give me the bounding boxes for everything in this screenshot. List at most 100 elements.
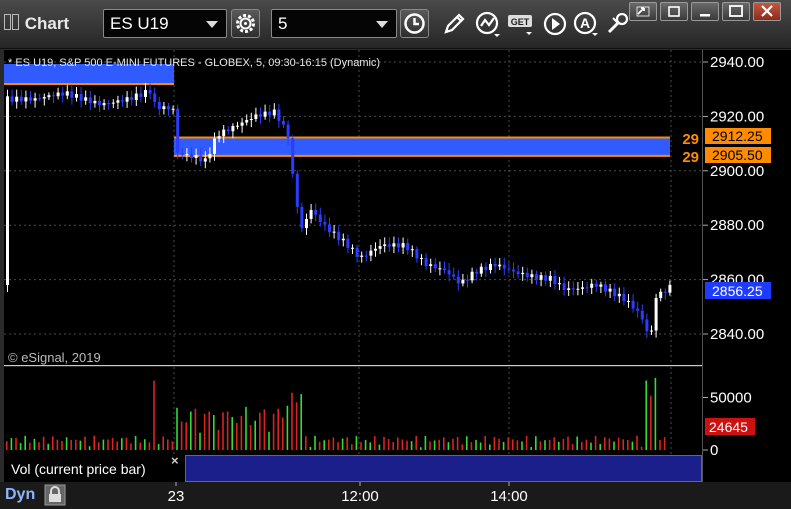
volume-bar xyxy=(268,431,270,450)
price-axis[interactable]: 2940.00 2920.00 2900.00 2880.00 2860.00 2840.… xyxy=(702,50,791,482)
minimize-button[interactable] xyxy=(691,2,719,21)
volume-bar xyxy=(254,420,256,450)
volume-bar xyxy=(314,435,316,450)
symbol-select[interactable]: ES U19 xyxy=(103,9,227,38)
candle-body xyxy=(254,114,258,120)
candle-body xyxy=(636,308,640,311)
candle-body xyxy=(562,283,566,291)
gear-icon xyxy=(236,14,255,33)
get-icon: GET xyxy=(508,15,532,35)
price-chart: * ES U19, S&P 500 E-MINI FUTURES - GLOBE… xyxy=(4,50,702,365)
time-button[interactable] xyxy=(400,9,429,38)
volume-bar xyxy=(121,438,123,450)
volume-bar xyxy=(6,441,8,450)
volume-tick-label: 0 xyxy=(710,442,718,459)
candle-body xyxy=(397,243,400,248)
candle-body xyxy=(42,97,46,99)
volume-tick-label: 50000 xyxy=(710,390,752,407)
link-button[interactable] xyxy=(629,2,657,21)
volume-bar xyxy=(521,441,523,450)
restore-button[interactable] xyxy=(660,2,688,21)
price-tick-label: 2880.00 xyxy=(710,217,764,234)
candle-body xyxy=(167,106,170,110)
volume-bar xyxy=(622,439,624,450)
volume-bar xyxy=(645,380,647,450)
candle-body xyxy=(387,244,391,247)
volume-bar xyxy=(640,446,643,450)
volume-bar xyxy=(88,446,91,450)
volume-bar xyxy=(424,435,427,450)
candle-body xyxy=(208,153,212,159)
grip-icon xyxy=(12,14,19,30)
studies-button[interactable] xyxy=(474,10,502,38)
volume-bar xyxy=(93,435,95,450)
volume-bar xyxy=(328,439,330,450)
candle-body xyxy=(525,272,529,278)
volume-bar xyxy=(438,439,440,450)
candle-body xyxy=(530,274,534,278)
volume-bar xyxy=(217,429,220,450)
volume-bar xyxy=(461,444,463,450)
candle-body xyxy=(259,114,262,117)
candle-body xyxy=(61,92,65,96)
candle-body xyxy=(668,284,672,293)
play-button[interactable] xyxy=(541,10,569,38)
candle-body xyxy=(15,96,19,102)
settings-button[interactable] xyxy=(231,9,260,38)
svg-text:GET: GET xyxy=(511,17,530,27)
volume-bar xyxy=(47,443,49,450)
volume-bar xyxy=(107,439,109,450)
draw-tool-button[interactable] xyxy=(440,10,468,38)
volume-bar xyxy=(627,439,629,450)
volume-bar xyxy=(571,444,574,450)
candle-body xyxy=(581,287,584,289)
candle-body xyxy=(38,98,42,100)
candle-body xyxy=(364,255,368,257)
volume-bar xyxy=(374,436,376,450)
tools-icon xyxy=(607,12,629,34)
candle-body xyxy=(654,297,658,331)
volume-bar xyxy=(277,408,279,450)
candle-body xyxy=(420,257,423,259)
volume-bar xyxy=(355,436,358,450)
candle-body xyxy=(121,100,124,102)
interval-select[interactable]: 5 xyxy=(271,9,397,38)
candle-body xyxy=(148,90,152,94)
volume-bar xyxy=(139,442,141,450)
get-data-button[interactable]: GET xyxy=(506,10,534,38)
close-icon[interactable]: × xyxy=(171,453,179,468)
close-button[interactable] xyxy=(753,2,781,21)
time-labels: 23 12:00 14:00 xyxy=(168,482,528,505)
grip-icon xyxy=(4,14,11,30)
candle-body xyxy=(489,263,492,271)
candle-body xyxy=(199,155,203,162)
candle-body xyxy=(217,136,221,139)
volume-bar xyxy=(323,440,325,450)
candle-body xyxy=(65,91,69,96)
volume-bar xyxy=(33,438,36,450)
price-panel[interactable]: * ES U19, S&P 500 E-MINI FUTURES - GLOBE… xyxy=(4,50,702,366)
volume-study-legend[interactable]: Vol (current price bar) × xyxy=(4,453,185,482)
candle-body xyxy=(222,129,226,137)
volume-bar xyxy=(102,439,105,450)
candle-body xyxy=(282,120,285,125)
candle-body xyxy=(567,288,571,291)
candle-body xyxy=(369,250,373,256)
candle-body xyxy=(56,92,60,97)
volume-bar xyxy=(410,441,413,450)
tools-button[interactable] xyxy=(603,10,631,38)
volume-bar xyxy=(581,442,583,450)
volume-bar xyxy=(98,442,100,450)
alert-button[interactable]: A xyxy=(572,10,600,38)
volume-bar xyxy=(199,432,201,450)
volume-bar xyxy=(167,439,169,450)
candle-body xyxy=(332,231,336,233)
volume-study-bar[interactable] xyxy=(185,455,702,482)
volume-bar xyxy=(282,417,284,450)
volume-bar xyxy=(231,417,233,450)
volume-bar xyxy=(24,435,26,450)
volume-bar xyxy=(10,438,13,450)
maximize-button[interactable] xyxy=(722,2,750,21)
time-axis[interactable]: Dyn 23 12:00 14:00 xyxy=(0,482,791,509)
candle-body xyxy=(19,96,23,102)
